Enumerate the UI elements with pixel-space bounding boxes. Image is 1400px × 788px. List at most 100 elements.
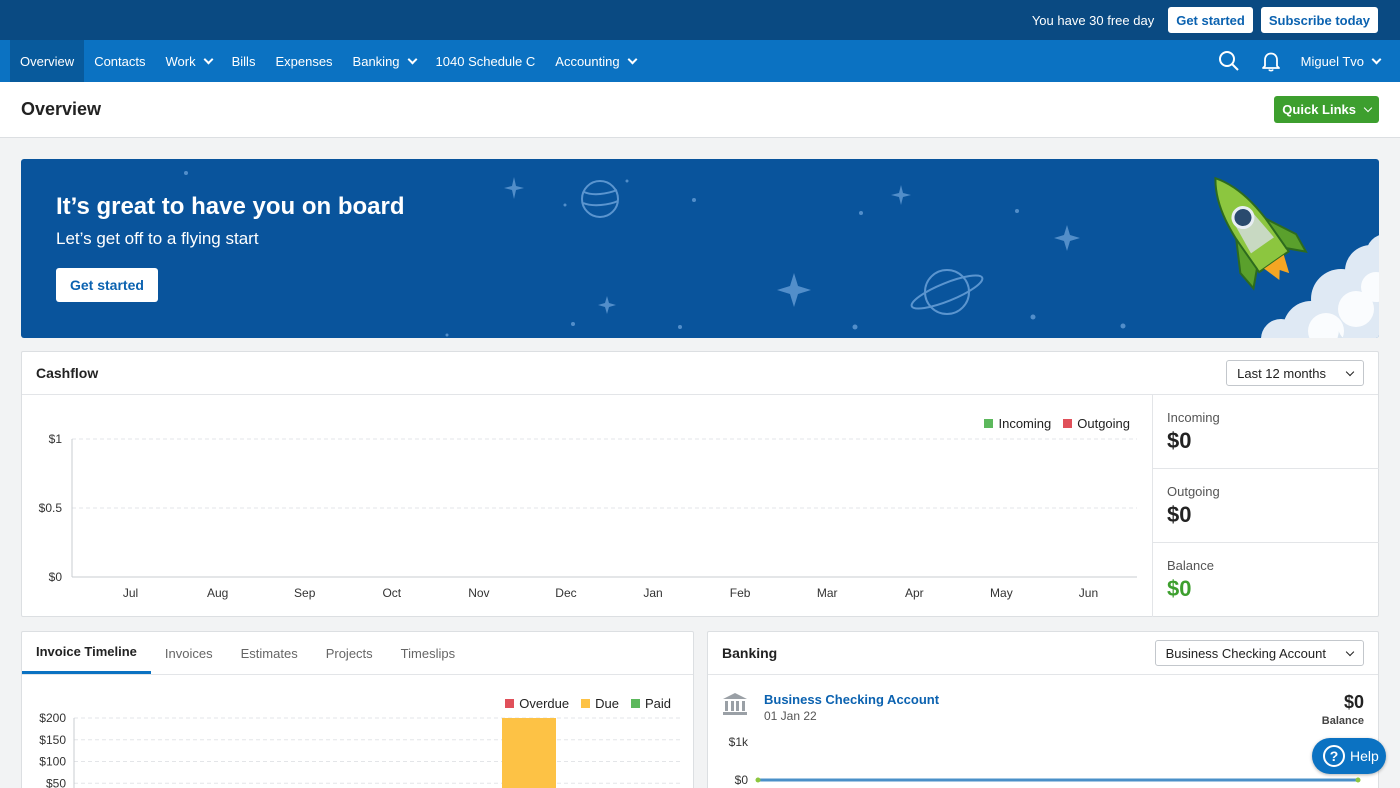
x-tick-label: Oct [382,586,401,600]
x-tick-label: Dec [555,586,576,600]
cashflow-card: Cashflow Last 12 months Incoming Outgoin… [21,351,1379,617]
y-tick-label: $200 [39,711,66,725]
period-select-value: Last 12 months [1237,365,1326,381]
nav-label: Banking [352,53,400,69]
welcome-banner: It’s great to have you on board Let’s ge… [21,159,1379,338]
stat-value: $0 [1167,428,1192,453]
nav-item-contacts[interactable]: Contacts [84,40,155,82]
chevron-down-icon [1363,103,1373,113]
x-tick-label: May [990,586,1013,600]
nav-label: Accounting [555,53,620,69]
subscribe-button[interactable]: Subscribe today [1260,7,1378,33]
bell-icon[interactable] [1255,45,1287,77]
nav-item-banking[interactable]: Banking [343,40,426,82]
quick-links-button[interactable]: Quick Links [1274,96,1379,123]
invoice-timeline-plot: $50 $100 $150 $200 [39,711,682,788]
account-name-link[interactable]: Business Checking Account [764,692,939,707]
y-tick-label: $1 [49,432,63,446]
nav-label: Work [165,53,196,69]
y-tick-label: $100 [39,755,66,769]
tab-invoice-timeline[interactable]: Invoice Timeline [22,632,151,674]
search-icon[interactable] [1213,45,1245,77]
tab-timeslips[interactable]: Timeslips [387,632,469,674]
cashflow-plot: $0 $0.5 $1 Jul Aug Sep Oct Nov Dec Jan Feb Mar Apr Ma… [39,432,1137,600]
balance-amount: $0 [1343,692,1364,712]
chevron-down-icon [1371,54,1382,64]
nav-item-expenses[interactable]: Expenses [265,40,342,82]
nav-label: 1040 Schedule C [435,53,536,69]
nav-label: Overview [20,53,75,69]
legend-label: Incoming [998,416,1052,431]
balance-point [1355,777,1361,783]
main-nav: Overview Contacts Work Bills Expenses Ba… [0,40,1400,82]
invoice-tabs: Invoice Timeline Invoices Estimates Proj… [22,632,693,675]
stat-label: Incoming [1167,410,1220,425]
account-select-value: Business Checking Account [1165,645,1326,661]
user-name: Miguel Tvo [1300,53,1364,69]
banner-get-started-button[interactable]: Get started [56,268,158,302]
y-tick-label: $50 [46,776,66,788]
account-balance: $0 Balance [1322,692,1364,727]
chevron-down-icon [203,54,214,64]
cashflow-chart: Incoming Outgoing $0 $0.5 $1 Jul Aug Sep Oct No… [22,395,1152,617]
x-tick-label: Feb [730,586,751,600]
x-tick-label: Mar [817,586,838,600]
nav-item-work[interactable]: Work [156,40,222,82]
chevron-down-icon [1345,647,1355,656]
chevron-down-icon [407,54,417,64]
chevron-down-icon [1345,367,1355,376]
period-select[interactable]: Last 12 months [1226,360,1364,386]
trial-get-started-button[interactable]: Get started [1168,7,1253,33]
banner-title: It’s great to have you on board [56,193,405,220]
account-select[interactable]: Business Checking Account [1154,640,1364,666]
user-menu[interactable]: Miguel Tvo [1297,53,1382,69]
nav-label: Expenses [275,53,333,69]
balance-label: Balance [1321,715,1364,727]
legend-swatch [984,419,994,428]
question-icon: ? [1323,745,1345,767]
y-tick-label: $1k [729,735,749,749]
tab-estimates[interactable]: Estimates [227,632,312,674]
account-date: 01 Jan 22 [764,709,817,723]
banking-card: Banking Business Checking Account Busine… [707,631,1379,788]
page-title: Overview [21,99,102,119]
tab-invoices[interactable]: Invoices [151,632,227,674]
nav-label: Contacts [94,53,146,69]
y-tick-label: $0 [735,773,749,787]
x-tick-label: Apr [905,586,924,600]
invoice-card: Invoice Timeline Invoices Estimates Proj… [21,631,694,788]
quick-links-label: Quick Links [1282,102,1356,117]
tab-projects[interactable]: Projects [312,632,387,674]
nav-item-accounting[interactable]: Accounting [545,40,645,82]
y-tick-label: $0.5 [39,501,63,515]
banner-subtitle: Let’s get off to a flying start [56,229,259,248]
stat-label: Balance [1167,558,1214,573]
balance-stat: Balance $0 [1153,543,1379,617]
help-label: Help [1350,748,1379,764]
nav-item-schedule-c[interactable]: 1040 Schedule C [426,40,546,82]
x-tick-label: Nov [468,586,489,600]
x-tick-label: Jun [1079,586,1098,600]
trial-message: You have 30 free day [1031,12,1155,28]
cashflow-legend: Incoming Outgoing [984,416,1130,431]
y-tick-label: $0 [49,570,63,584]
banking-plot: $1k $0 [729,735,1361,787]
account-summary: Business Checking Account 01 Jan 22 [722,692,939,723]
x-tick-label: Aug [207,586,228,600]
nav-label: Bills [231,53,256,69]
legend-label: Outgoing [1077,416,1130,431]
incoming-stat: Incoming $0 [1153,395,1379,469]
nav-item-overview[interactable]: Overview [10,40,85,82]
help-button[interactable]: ? Help [1312,738,1386,774]
cashflow-title: Cashflow [36,365,99,381]
x-tick-label: Jan [643,586,662,600]
stat-value: $0 [1167,502,1192,527]
legend-incoming: Incoming [984,416,1051,431]
trial-bar: You have 30 free day Get started Subscri… [0,0,1400,40]
banking-title: Banking [722,645,778,661]
outgoing-stat: Outgoing $0 [1153,469,1379,543]
x-tick-label: Sep [294,586,316,600]
nav-item-bills[interactable]: Bills [222,40,266,82]
x-tick-label: Jul [123,586,138,600]
chevron-down-icon [627,54,638,64]
